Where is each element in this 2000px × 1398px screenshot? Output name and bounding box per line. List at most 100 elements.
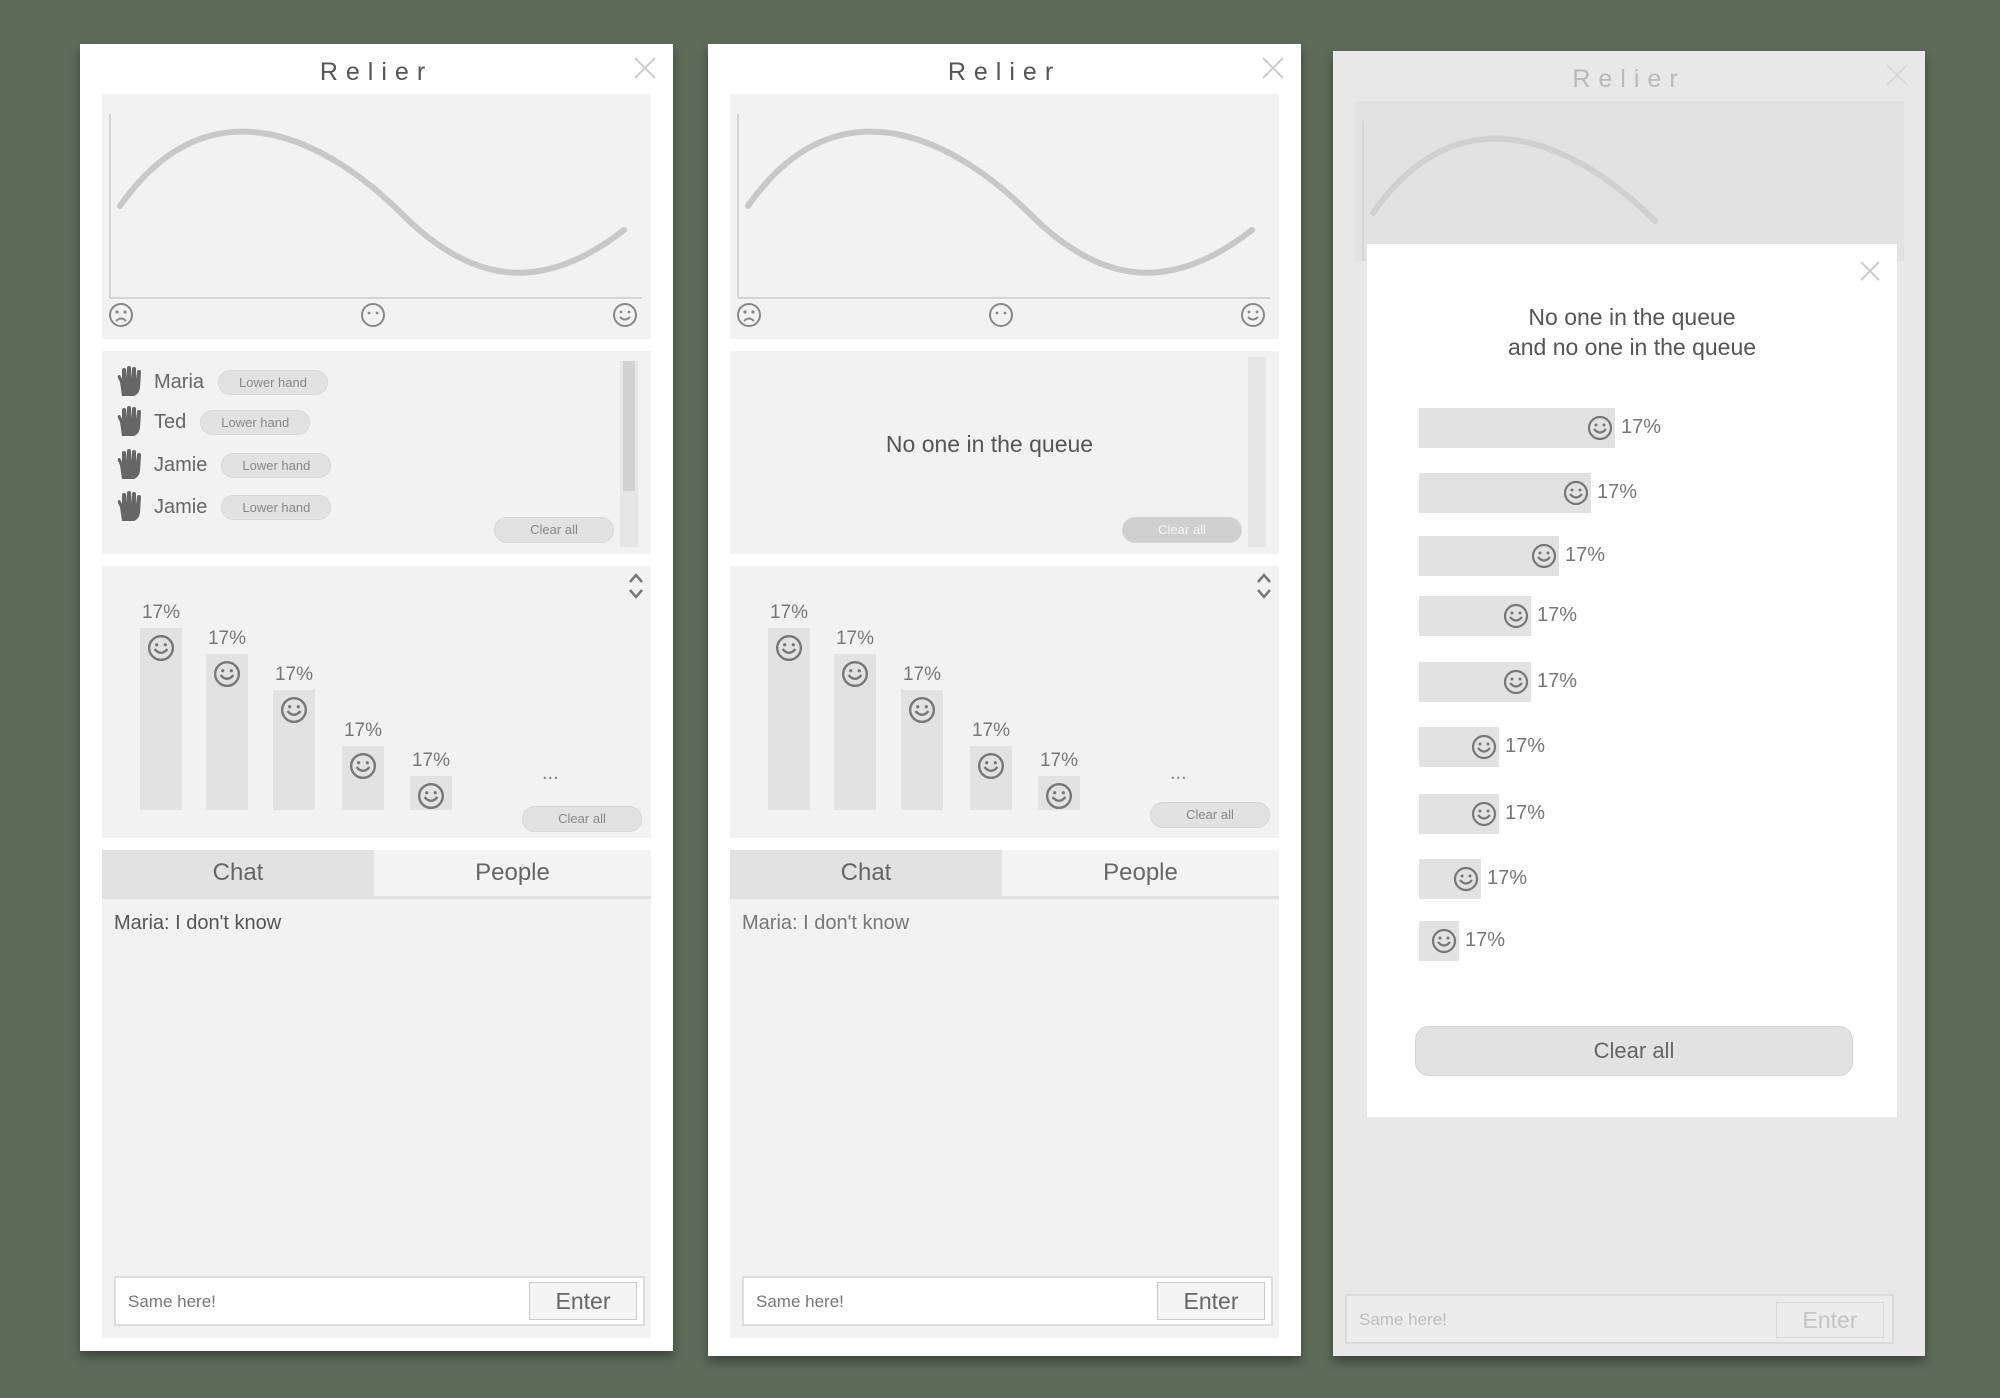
queue-scrollbar[interactable] [1248, 357, 1266, 547]
smiley-face-icon [977, 752, 1005, 780]
chat-tabs: Chat People [102, 850, 651, 899]
lower-hand-button[interactable]: Lower hand [218, 369, 328, 395]
relier-window-1: Relier Maria Lower hand Ted Lower hand J… [80, 44, 673, 1351]
mood-bar [768, 628, 810, 810]
sad-face-icon [737, 303, 761, 327]
mood-bars-chart: ... Clear all 17% 17% 17% 17% 17% [102, 566, 651, 838]
app-title: Relier [319, 58, 434, 86]
mood-bar [342, 746, 384, 810]
modal-message-line: and no one in the queue [1507, 334, 1757, 360]
enter-button[interactable]: Enter [529, 1282, 637, 1320]
app-title: Relier [947, 58, 1062, 86]
modal-bar-percent-label: 17% [1621, 416, 1662, 438]
bar-percent-label: 17% [902, 664, 942, 685]
queue-name: Jamie [154, 453, 208, 476]
queue-name: Maria [154, 370, 205, 393]
bar-percent-label: 17% [274, 664, 314, 685]
smiley-face-icon [417, 782, 445, 810]
lower-hand-button[interactable]: Lower hand [221, 494, 332, 520]
sort-icon[interactable] [626, 570, 646, 602]
raised-hand-icon [117, 449, 141, 479]
more-dots: ... [542, 762, 559, 784]
modal-mood-bar [1419, 727, 1499, 767]
close-icon [1886, 64, 1908, 86]
chat-panel: Chat People Maria: I don't know Enter [102, 850, 651, 1338]
mood-bar [1038, 776, 1080, 810]
sort-icon[interactable] [1254, 570, 1274, 602]
dimmed-curve-chart [1355, 101, 1904, 261]
enter-button[interactable]: Enter [1157, 1282, 1265, 1320]
bars-clear-all-button[interactable]: Clear all [1150, 802, 1270, 828]
queue-row: Jamie Lower hand [114, 490, 332, 524]
bars-clear-all-button[interactable]: Clear all [522, 806, 642, 832]
mood-bar [273, 690, 315, 810]
smiley-face-icon [841, 660, 869, 688]
chat-panel: Chat People Maria: I don't know Enter [730, 850, 1279, 1338]
happy-face-icon [613, 303, 637, 327]
modal-clear-all-button[interactable]: Clear all [1415, 1026, 1853, 1076]
chat-input[interactable] [744, 1278, 1178, 1326]
queue-row: Jamie Lower hand [114, 448, 332, 482]
scrollbar-thumb[interactable] [623, 361, 635, 491]
tab-people[interactable]: People [1002, 850, 1279, 896]
chat-message: Maria: I don't know [114, 912, 282, 934]
queue-clear-all-button[interactable]: Clear all [1122, 517, 1242, 543]
smiley-face-icon [1563, 480, 1589, 506]
smiley-face-icon [280, 696, 308, 724]
mood-bar [206, 654, 248, 810]
bar-percent-label: 17% [141, 602, 181, 623]
relier-window-2: Relier No one in the queue Clear all ...… [708, 44, 1301, 1356]
modal-bar-percent-label: 17% [1505, 735, 1546, 757]
bar-percent-label: 17% [411, 750, 451, 771]
chat-input-row: Enter [114, 1276, 645, 1326]
more-dots: ... [1170, 762, 1187, 784]
bar-percent-label: 17% [1039, 750, 1079, 771]
bar-percent-label: 17% [835, 628, 875, 649]
close-icon[interactable] [1259, 54, 1287, 82]
tab-chat[interactable]: Chat [730, 850, 1002, 896]
modal-mood-bar [1419, 794, 1499, 834]
smiley-face-icon [1587, 415, 1613, 441]
smiley-face-icon [1471, 734, 1497, 760]
modal-bar-percent-label: 17% [1537, 604, 1578, 626]
tab-people[interactable]: People [374, 850, 651, 896]
raised-hand-icon [117, 366, 141, 396]
smiley-face-icon [147, 634, 175, 662]
tab-chat[interactable]: Chat [102, 850, 374, 896]
modal-bar-percent-label: 17% [1597, 481, 1638, 503]
neutral-face-icon [361, 303, 385, 327]
close-icon[interactable] [1857, 258, 1883, 284]
chat-input[interactable] [116, 1278, 550, 1326]
mood-bar [970, 746, 1012, 810]
queue-row: Maria Lower hand [114, 365, 328, 399]
raised-hand-icon [117, 406, 141, 436]
modal-mood-bar [1419, 921, 1459, 961]
queue-empty-message: No one in the queue [885, 431, 1094, 457]
bar-percent-label: 17% [769, 602, 809, 623]
modal-bar-percent-label: 17% [1565, 544, 1606, 566]
queue-name: Jamie [154, 495, 208, 518]
modal-mood-bar [1419, 408, 1615, 448]
lower-hand-button[interactable]: Lower hand [200, 409, 311, 435]
smiley-face-icon [1531, 543, 1557, 569]
hand-raise-queue: Maria Lower hand Ted Lower hand Jamie Lo… [102, 351, 651, 554]
close-icon[interactable] [631, 54, 659, 82]
mood-curve-chart [102, 94, 651, 339]
modal-mood-bar [1419, 473, 1591, 513]
modal-mood-bar [1419, 859, 1481, 899]
queue-scrollbar[interactable] [620, 361, 638, 547]
mood-bar [834, 654, 876, 810]
lower-hand-button[interactable]: Lower hand [221, 452, 332, 478]
happy-face-icon [1241, 303, 1265, 327]
chat-tabs: Chat People [730, 850, 1279, 899]
modal-mood-bar [1419, 596, 1531, 636]
modal-mood-bar [1419, 662, 1531, 702]
modal-bar-percent-label: 17% [1487, 867, 1528, 889]
mood-bars-chart: ... Clear all 17% 17% 17% 17% 17% [730, 566, 1279, 838]
modal-bar-percent-label: 17% [1537, 670, 1578, 692]
queue-row: Ted Lower hand [114, 405, 311, 439]
queue-clear-all-button[interactable]: Clear all [494, 517, 614, 543]
queue-name: Ted [154, 410, 187, 433]
smiley-face-icon [1453, 866, 1479, 892]
relier-window-3: Relier Same here! Enter No one in the qu… [1333, 51, 1925, 1356]
